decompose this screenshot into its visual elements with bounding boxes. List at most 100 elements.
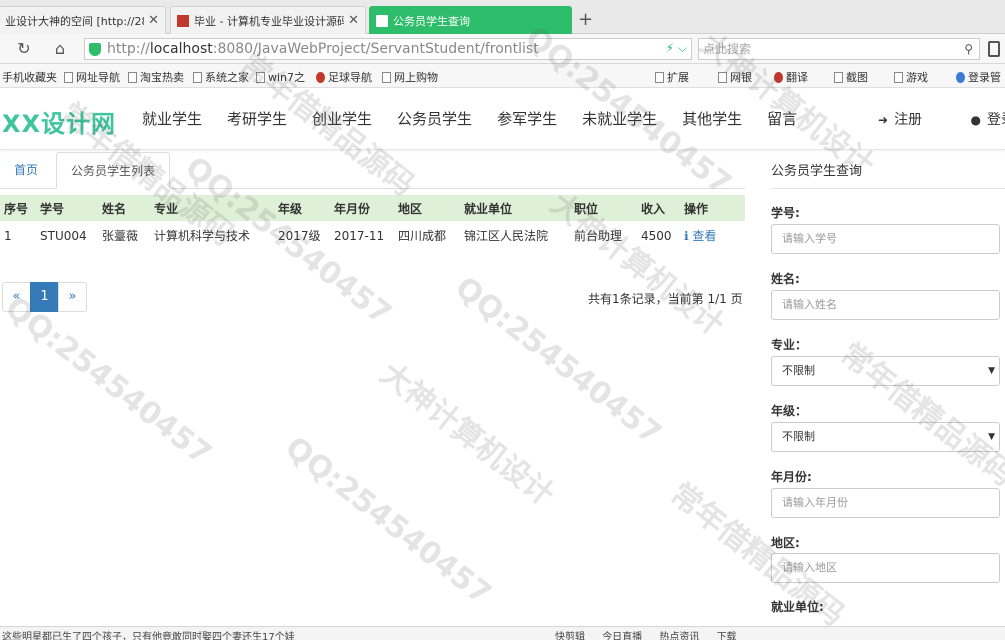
nav-message-board[interactable]: 留言 [767,108,797,129]
nav-unemployed-students[interactable]: 未就业学生 [582,108,657,129]
hot-news-button[interactable]: 热点资讯 [659,632,699,640]
browser-tab-1[interactable]: 业设计大神的空间 [http://287 ✕ [0,6,166,34]
lightning-icon[interactable]: ⚡ ⌵ [666,41,687,56]
cell-income: 4500 [641,228,672,243]
site-header: XX设计网 就业学生 考研学生 创业学生 公务员学生 参军学生 未就业学生 其他… [0,88,1005,150]
grade-select[interactable]: 不限制 ▼ [771,422,1000,452]
view-link[interactable]: ℹ 查看 [680,221,745,250]
bookmark-item[interactable]: 淘宝热卖 [128,69,184,85]
browser-tab-strip: 业设计大神的空间 [http://287 ✕ 毕业 - 计算机专业毕业设计源码 … [0,0,1005,34]
close-icon[interactable]: ✕ [148,13,159,28]
games-button[interactable]: 游戏 [894,69,928,85]
extensions-button[interactable]: 扩展 [655,69,689,85]
field-label-name: 姓名: [771,272,800,286]
table-header-row: 序号 学号 姓名 专业 年级 年月份 地区 就业单位 职位 收入 操作 [0,195,745,221]
translate-icon [774,71,783,83]
next-page-button[interactable]: » [58,282,87,312]
caret-down-icon: ▼ [988,432,995,442]
close-icon[interactable]: ✕ [348,13,359,28]
browser-tab-2[interactable]: 毕业 - 计算机专业毕业设计源码 ✕ [170,6,366,34]
watermark: QQ:254540457 [0,290,218,473]
cell-name: 张薹薇 [102,229,139,243]
page-icon [382,71,391,83]
cell-major: 计算机科学与技术 [154,229,251,243]
major-select[interactable]: 不限制 ▼ [771,356,1000,386]
column-header: 地区 [394,195,460,221]
reload-icon[interactable]: ↻ [14,39,34,59]
download-button[interactable]: 下载 [717,632,737,640]
new-tab-plus-icon[interactable]: + [578,9,593,30]
page-icon [256,71,265,83]
user-icon: ● [970,113,981,127]
screenshot-button[interactable]: 截图 [834,69,868,85]
browser-tab-active[interactable]: 公务员学生查询 [369,6,572,34]
cell-employer: 锦江区人民法院 [464,229,549,243]
tab-home[interactable]: 首页 [0,152,52,189]
shield-icon [89,42,101,56]
field-label-employer: 就业单位: [771,600,824,614]
cell-position: 前台助理 [574,229,623,243]
content-tabs: 首页 公务员学生列表 [0,152,745,189]
column-header: 专业 [150,195,274,221]
prev-page-button[interactable]: « [2,282,31,312]
bank-button[interactable]: 网银 [718,69,752,85]
student-id-input[interactable]: 请输入学号 [771,224,1000,254]
tab-title: 毕业 - 计算机专业毕业设计源码 [194,14,345,28]
nav-employed-students[interactable]: 就业学生 [142,108,202,129]
column-header: 职位 [570,195,637,221]
student-table: 序号 学号 姓名 专业 年级 年月份 地区 就业单位 职位 收入 操作 1 ST… [0,195,745,250]
main-nav: 就业学生 考研学生 创业学生 公务员学生 参军学生 未就业学生 其他学生 留言 [142,108,822,129]
login-manager-button[interactable]: 登录管 [956,69,1001,85]
nav-other-students[interactable]: 其他学生 [682,108,742,129]
year-month-input[interactable]: 请输入年月份 [771,488,1000,518]
search-icon[interactable]: ⚲ [964,39,973,59]
user-icon [956,71,965,83]
live-button[interactable]: 今日直播 [602,632,642,640]
page-button-current[interactable]: 1 [30,282,59,312]
phone-icon[interactable] [988,41,1000,57]
url-text: http://localhost:8080/JavaWebProject/Ser… [107,41,539,57]
address-bar[interactable]: http://localhost:8080/JavaWebProject/Ser… [84,38,692,60]
tab-title: 公务员学生查询 [393,14,470,28]
pagination: « 1 » [2,282,87,312]
browser-status-bar: 这些明星都已生了四个孩子，只有他竟敢同时娶四个妻还生17个娃 快剪辑 今日直播 … [0,626,1005,640]
tab-title: 业设计大神的空间 [http://287 [5,14,145,28]
bookmark-item[interactable]: 足球导航 [316,69,372,85]
field-label-region: 地区: [771,536,800,550]
name-input[interactable]: 请输入姓名 [771,290,1000,320]
sign-in-icon: ➜ [878,113,889,127]
register-link[interactable]: ➜ 注册 [878,112,944,128]
bookmark-item[interactable]: win7之 [256,69,305,85]
column-header: 姓名 [98,195,150,221]
site-logo[interactable]: XX设计网 [2,104,116,139]
nav-civil-servant-students[interactable]: 公务员学生 [397,108,472,129]
nav-postgrad-students[interactable]: 考研学生 [227,108,287,129]
quick-clip-button[interactable]: 快剪辑 [555,632,585,640]
watermark: 常年借精品源码 [833,336,1005,494]
nav-military-students[interactable]: 参军学生 [497,108,557,129]
watermark: QQ:254540457 [278,430,498,613]
select-value: 不限制 [782,364,815,377]
cell-index: 1 [4,228,12,243]
bank-icon [718,71,727,83]
translate-button[interactable]: 翻译 [774,69,808,85]
browser-search-input[interactable]: 点此搜索 ⚲ [698,38,980,60]
football-icon [316,71,325,83]
tab-servant-student-list[interactable]: 公务员学生列表 [56,152,171,189]
login-link[interactable]: ●登录 [971,112,1005,128]
column-header: 序号 [0,195,36,221]
table-row: 1 STU004 张薹薇 计算机科学与技术 2017级 2017-11 四川成都… [0,221,745,250]
region-input[interactable]: 请输入地区 [771,553,1000,583]
user-links: ➜注册 ●登录 [878,109,1005,129]
sidebar-title: 公务员学生查询 [771,164,863,179]
nav-startup-students[interactable]: 创业学生 [312,108,372,129]
bookmarks-bar: 手机收藏夹 网址导航 淘宝热卖 系统之家 win7之 足球导航 网上购物 扩展 … [0,64,1005,88]
bookmark-item[interactable]: 手机收藏夹 [2,69,57,85]
bookmark-item[interactable]: 系统之家 [193,69,249,85]
column-header: 学号 [36,195,98,221]
column-header: 收入 [637,195,680,221]
bookmark-item[interactable]: 网上购物 [382,69,438,85]
bookmark-item[interactable]: 网址导航 [64,69,120,85]
home-icon[interactable]: ⌂ [50,39,70,59]
status-news-ticker[interactable]: 这些明星都已生了四个孩子，只有他竟敢同时娶四个妻还生17个娃 [2,628,295,640]
